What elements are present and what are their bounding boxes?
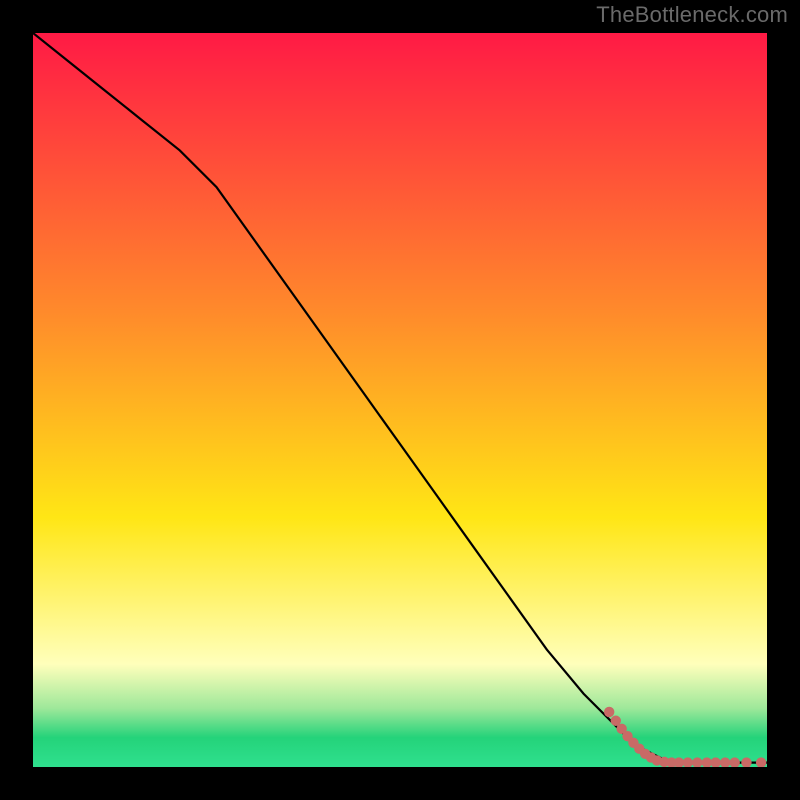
plot-area [33,33,767,767]
gradient-bg [33,33,767,767]
chart-svg [33,33,767,767]
chart-frame: TheBottleneck.com [0,0,800,800]
watermark-text: TheBottleneck.com [596,2,788,28]
data-marker [604,707,614,717]
